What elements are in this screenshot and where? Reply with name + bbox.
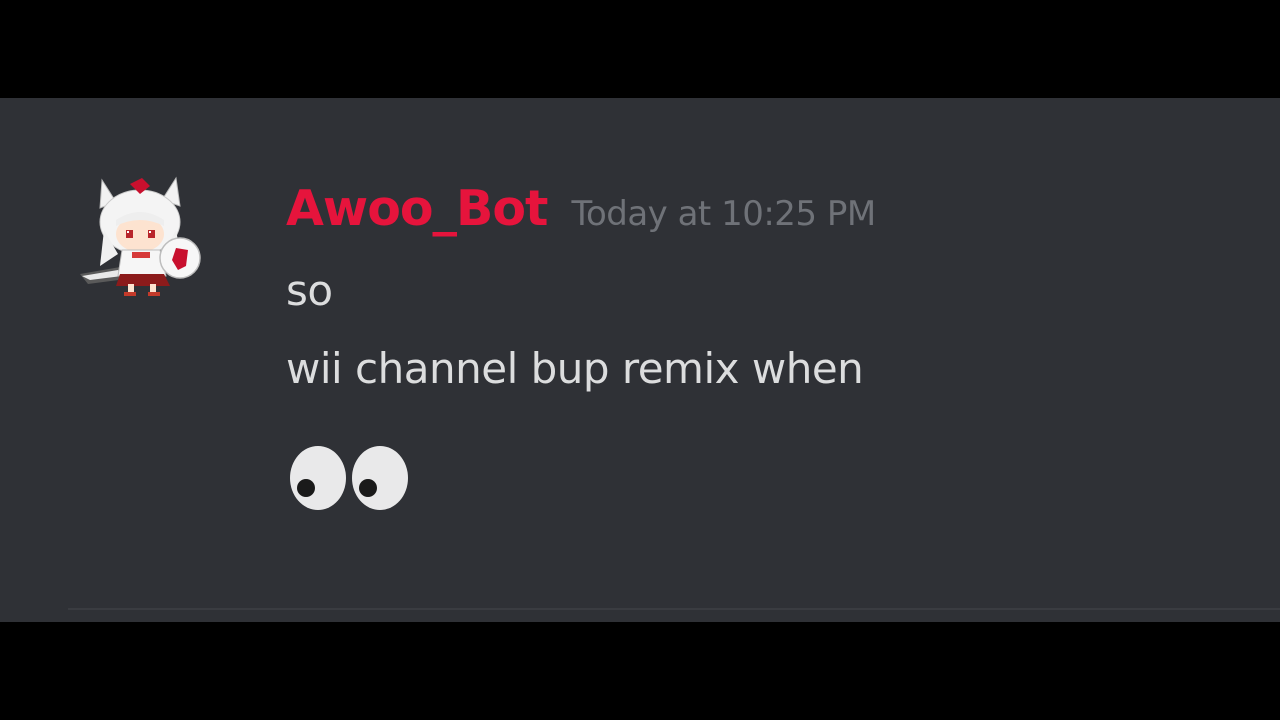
message-divider xyxy=(68,608,1280,610)
chat-panel: Awoo_Bot Today at 10:25 PM so wii channe… xyxy=(0,98,1280,622)
message-line: so xyxy=(286,266,333,315)
username[interactable]: Awoo_Bot xyxy=(286,180,548,237)
wolf-girl-avatar-icon xyxy=(80,176,201,296)
avatar[interactable] xyxy=(78,174,202,298)
video-frame: Awoo_Bot Today at 10:25 PM so wii channe… xyxy=(0,0,1280,720)
eyes-emoji-icon xyxy=(288,444,412,514)
message-header: Awoo_Bot Today at 10:25 PM xyxy=(286,180,876,242)
chat-message: Awoo_Bot Today at 10:25 PM so wii channe… xyxy=(0,98,1280,598)
message-line: wii channel bup remix when xyxy=(286,344,864,393)
timestamp[interactable]: Today at 10:25 PM xyxy=(571,194,876,234)
